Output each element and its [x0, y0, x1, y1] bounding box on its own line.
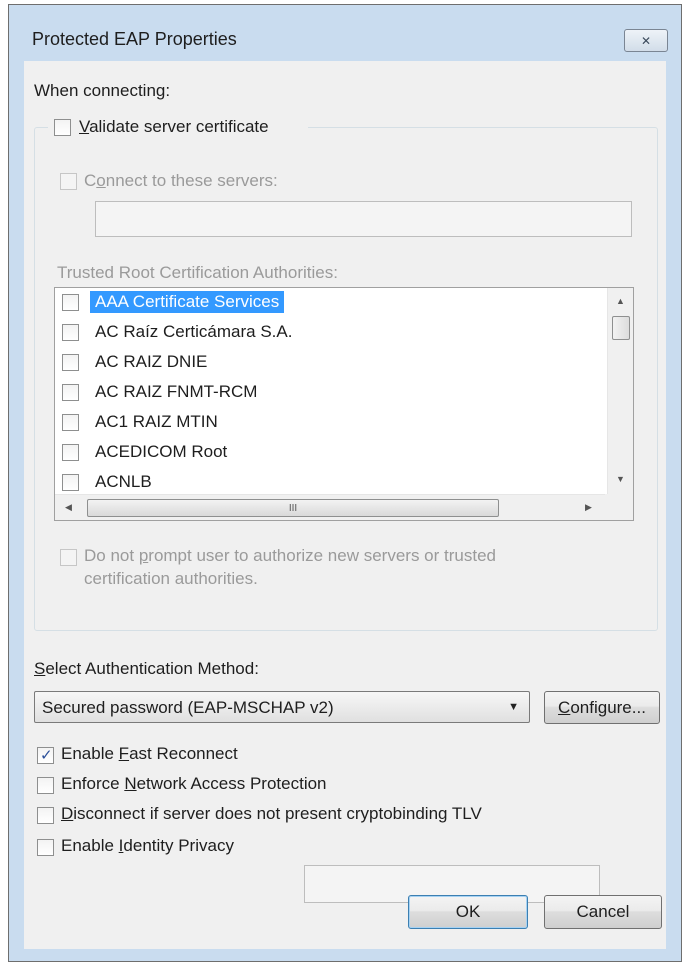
- scroll-down-icon[interactable]: ▼: [616, 474, 625, 484]
- scroll-left-icon[interactable]: ◀: [65, 502, 72, 513]
- ca-checkbox[interactable]: [62, 294, 79, 311]
- cryptobinding-checkbox[interactable]: [37, 807, 54, 824]
- do-not-prompt-label-line1: Do not prompt user to authorize new serv…: [84, 546, 496, 565]
- ca-list-item[interactable]: ACEDICOM Root: [55, 438, 605, 468]
- do-not-prompt-checkbox[interactable]: [60, 549, 77, 566]
- ca-checkbox[interactable]: [62, 354, 79, 371]
- trusted-ca-list[interactable]: AAA Certificate Services AC Raíz Certicá…: [54, 287, 634, 521]
- ca-label: AC RAIZ FNMT-RCM: [95, 382, 258, 401]
- validate-cert-accel: V: [79, 117, 90, 136]
- ca-list-item[interactable]: AC1 RAIZ MTIN: [55, 408, 605, 438]
- ca-checkbox[interactable]: [62, 414, 79, 431]
- nap-label: Enforce Network Access Protection: [61, 774, 327, 793]
- fast-reconnect-label: Enable Fast Reconnect: [61, 744, 238, 763]
- configure-label: Configure...: [558, 697, 646, 717]
- check-icon: ✓: [40, 747, 53, 764]
- ca-label: AC1 RAIZ MTIN: [95, 412, 218, 431]
- scrollbar-corner: [605, 494, 633, 520]
- ca-checkbox[interactable]: [62, 474, 79, 491]
- dialog-body: When connecting: Validate server certifi…: [24, 61, 666, 949]
- window-title: Protected EAP Properties: [32, 29, 237, 49]
- fast-reconnect-checkbox[interactable]: ✓: [37, 747, 54, 764]
- scroll-grip-icon: III: [288, 502, 298, 514]
- ca-list-item[interactable]: AC RAIZ FNMT-RCM: [55, 378, 605, 408]
- title-bar: Protected EAP Properties ✕: [9, 5, 681, 61]
- identity-privacy-label: Enable Identity Privacy: [61, 836, 234, 855]
- ca-list-horizontal-scrollbar[interactable]: ◀ III ▶: [55, 494, 607, 520]
- protected-eap-properties-dialog: Protected EAP Properties ✕ When connecti…: [8, 4, 682, 962]
- ca-list-item[interactable]: AC RAIZ DNIE: [55, 348, 605, 378]
- identity-privacy-checkbox[interactable]: [37, 839, 54, 856]
- configure-button[interactable]: Configure...: [544, 691, 660, 724]
- ca-label: AAA Certificate Services: [90, 291, 285, 313]
- ca-checkbox[interactable]: [62, 384, 79, 401]
- servers-input[interactable]: [95, 201, 632, 237]
- ok-button[interactable]: OK: [408, 895, 528, 929]
- close-icon: ✕: [640, 33, 652, 48]
- validate-cert-label-rest: alidate server certificate: [89, 117, 269, 136]
- ca-label: AC Raíz Certicámara S.A.: [95, 322, 293, 341]
- ca-list-item[interactable]: AAA Certificate Services: [55, 288, 605, 318]
- close-button[interactable]: ✕: [624, 29, 668, 52]
- ca-checkbox[interactable]: [62, 324, 79, 341]
- when-connecting-heading: When connecting:: [34, 81, 171, 100]
- validate-cert-checkbox[interactable]: [54, 119, 71, 136]
- horizontal-scroll-thumb[interactable]: III: [87, 499, 499, 517]
- validate-cert-row[interactable]: Validate server certificate: [48, 115, 308, 141]
- ca-label: AC RAIZ DNIE: [95, 352, 208, 371]
- vertical-scroll-thumb[interactable]: [612, 316, 630, 340]
- nap-checkbox[interactable]: [37, 777, 54, 794]
- ca-label: ACEDICOM Root: [95, 442, 228, 461]
- chevron-down-icon: ▼: [508, 701, 519, 713]
- ca-list-vertical-scrollbar[interactable]: ▲ ▼: [607, 288, 633, 494]
- connect-servers-label: Connect to these servers:: [84, 171, 278, 190]
- ca-label: ACNLB: [95, 472, 152, 491]
- trusted-root-label: Trusted Root Certification Authorities:: [57, 263, 338, 282]
- cryptobinding-label: Disconnect if server does not present cr…: [61, 804, 482, 823]
- auth-method-label: Select Authentication Method:: [34, 659, 259, 678]
- scroll-right-icon[interactable]: ▶: [585, 502, 592, 513]
- validate-cert-label: Validate server certificate: [79, 117, 269, 137]
- connect-servers-checkbox[interactable]: [60, 173, 77, 190]
- scroll-up-icon[interactable]: ▲: [616, 296, 625, 306]
- auth-method-select[interactable]: Secured password (EAP-MSCHAP v2) ▼: [34, 691, 530, 723]
- ca-list-item[interactable]: AC Raíz Certicámara S.A.: [55, 318, 605, 348]
- do-not-prompt-label-line2: certification authorities.: [84, 569, 258, 588]
- auth-method-value: Secured password (EAP-MSCHAP v2): [42, 698, 334, 717]
- ca-checkbox[interactable]: [62, 444, 79, 461]
- cancel-button[interactable]: Cancel: [544, 895, 662, 929]
